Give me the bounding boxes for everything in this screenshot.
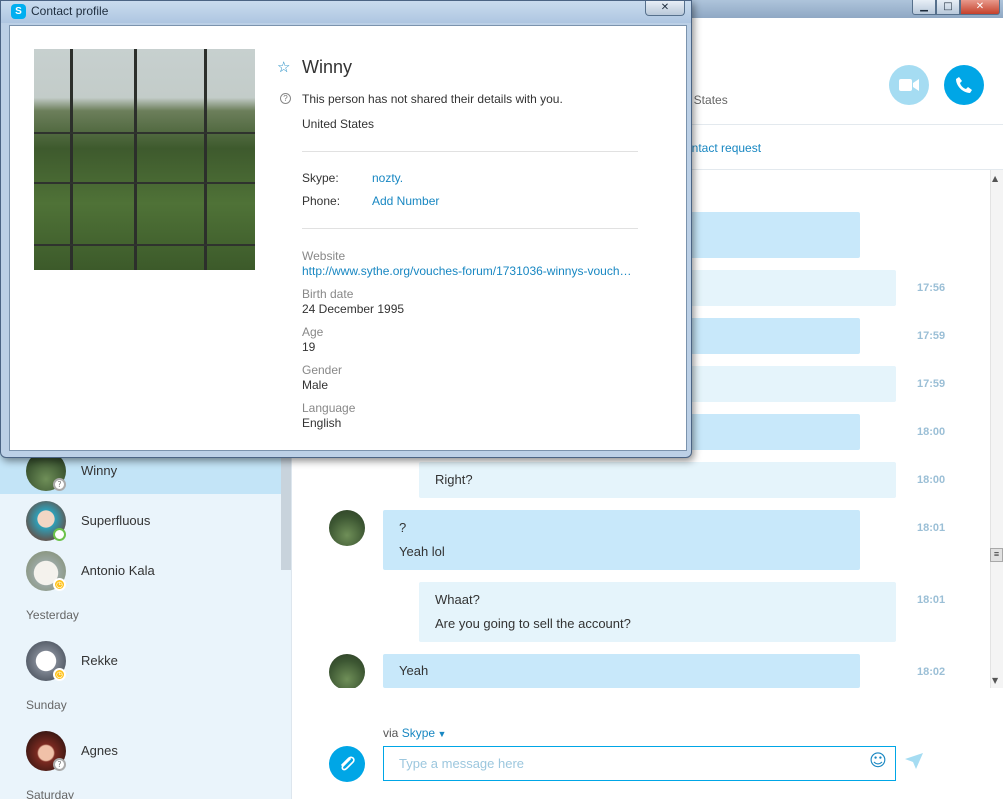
emoji-icon[interactable]: ☺ [868, 751, 888, 771]
message-text: ? [399, 520, 407, 535]
maximize-button[interactable]: □ [936, 0, 960, 15]
message-time: 17:59 [917, 330, 946, 342]
status-online-icon [53, 528, 66, 541]
photo-detail [70, 49, 73, 270]
add-number-link[interactable]: Add Number [372, 194, 439, 208]
website-link[interactable]: http://www.sythe.org/vouches-forum/17310… [302, 264, 638, 278]
message-text: Whaat? [435, 592, 480, 607]
photo-detail [34, 182, 255, 184]
composer: via Skype ▼ ☺ [292, 688, 1003, 799]
profile-name: Winny [302, 57, 353, 77]
avatar: ◷ [26, 641, 66, 681]
minimize-button[interactable]: ▁ [912, 0, 936, 15]
skype-icon: S [11, 4, 26, 19]
via-selector[interactable]: via Skype ▼ [383, 726, 446, 740]
dialog-title: Contact profile [31, 4, 109, 18]
via-prefix: via [383, 726, 399, 740]
favorite-star-icon[interactable]: ☆ [277, 58, 290, 76]
scroll-up-arrow-icon[interactable]: ▲ [992, 174, 998, 183]
contact-name: Agnes [81, 743, 118, 758]
send-arrow-icon [905, 753, 923, 769]
chat-scrollbar[interactable] [990, 170, 1003, 688]
close-button[interactable]: ✕ [960, 0, 1000, 15]
message-text: Right? [435, 472, 473, 487]
section-label-yesterday: Yesterday [26, 608, 79, 622]
caret-down-icon: ▼ [435, 729, 447, 739]
skype-label: Skype: [302, 171, 339, 185]
profile-photo [34, 49, 255, 270]
birth-date-label: Birth date [302, 287, 354, 301]
dialog-body: ☆ Winny ? This person has not shared the… [9, 25, 687, 451]
send-icon[interactable] [905, 753, 925, 773]
status-away-icon: ◷ [53, 668, 66, 681]
avatar: ◷ [26, 551, 66, 591]
audio-call-button[interactable] [944, 65, 984, 105]
video-camera-icon [899, 79, 919, 91]
sidebar-scrollbar[interactable] [281, 458, 291, 570]
avatar: ? [26, 731, 66, 771]
message-time: 18:01 [917, 522, 946, 534]
sender-avatar [329, 654, 365, 688]
message-text: Yeah lol [399, 544, 445, 559]
contact-name: Superfluous [81, 513, 151, 528]
contact-request-link[interactable]: ontact request [685, 141, 761, 155]
status-away-icon: ◷ [53, 578, 66, 591]
phone-label: Phone: [302, 194, 341, 208]
contact-item-superfluous[interactable]: Superfluous [0, 498, 281, 544]
paperclip-icon [341, 756, 355, 771]
birth-date-value: 24 December 1995 [302, 302, 405, 316]
age-label: Age [302, 325, 324, 339]
message-text: Yeah [399, 663, 429, 678]
message-text: Are you going to sell the account? [435, 616, 631, 631]
chat-scroll-thumb[interactable]: ≡ [990, 548, 1003, 562]
message-time: 17:59 [917, 378, 946, 390]
age-value: 19 [302, 340, 316, 354]
language-value: English [302, 416, 342, 430]
profile-location: United States [302, 117, 375, 131]
contact-item-rekke[interactable]: ◷ Rekke [0, 638, 281, 684]
contact-name: Rekke [81, 653, 118, 668]
section-label-saturday: Saturday [26, 788, 75, 799]
contact-name: Antonio Kala [81, 563, 155, 578]
photo-detail [134, 49, 137, 270]
language-label: Language [302, 401, 356, 415]
message-bubble: Whaat? Are you going to sell the account… [419, 582, 896, 642]
photo-detail [34, 132, 255, 134]
message-time: 18:00 [917, 474, 946, 486]
message-input[interactable] [383, 746, 896, 781]
message-bubble: Right? [419, 462, 896, 498]
message-bubble: Yeah [383, 654, 860, 688]
contact-name: Winny [81, 463, 118, 478]
message-time: 18:01 [917, 594, 946, 606]
message-bubble: ? Yeah lol [383, 510, 860, 570]
dialog-titlebar[interactable]: S Contact profile ✕ [1, 1, 691, 23]
question-icon: ? [280, 93, 291, 104]
website-label: Website [302, 249, 346, 263]
contact-item-antonio-kala[interactable]: ◷ Antonio Kala [0, 548, 281, 594]
photo-detail [34, 244, 255, 246]
privacy-note: This person has not shared their details… [302, 92, 563, 106]
divider [302, 228, 638, 229]
attach-button[interactable] [329, 746, 365, 782]
avatar [26, 501, 66, 541]
phone-icon [956, 77, 972, 93]
message-time: 17:56 [917, 282, 946, 294]
scroll-down-arrow-icon[interactable]: ▼ [992, 676, 998, 685]
status-unknown-icon: ? [53, 478, 66, 491]
sender-avatar [329, 510, 365, 546]
message-time: 18:00 [917, 426, 946, 438]
section-label-sunday: Sunday [26, 698, 67, 712]
message-time: 18:02 [917, 666, 946, 678]
gender-value: Male [302, 378, 329, 392]
contact-profile-dialog: S Contact profile ✕ ☆ Winny ? This perso… [0, 0, 692, 458]
gender-label: Gender [302, 363, 343, 377]
status-unknown-icon: ? [53, 758, 66, 771]
contact-item-agnes[interactable]: ? Agnes [0, 728, 281, 774]
skype-name-link[interactable]: nozty. [372, 171, 403, 185]
divider [302, 151, 638, 152]
dialog-close-button[interactable]: ✕ [645, 1, 685, 16]
via-service: Skype [401, 726, 436, 740]
video-call-button[interactable] [889, 65, 929, 105]
photo-detail [204, 49, 207, 270]
